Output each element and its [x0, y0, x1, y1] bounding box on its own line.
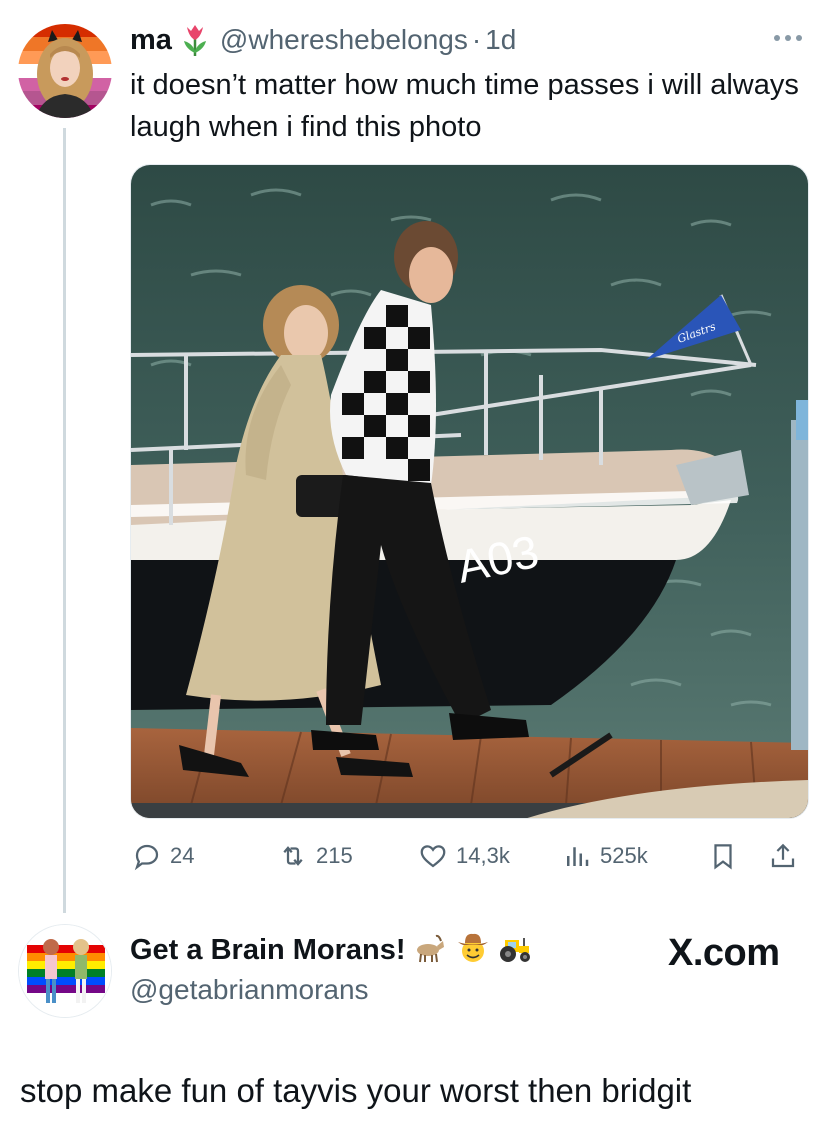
reply-icon	[134, 844, 159, 871]
retweet-button[interactable]: 215	[278, 836, 353, 876]
reply-avatar-image	[19, 925, 111, 1017]
tractor-icon	[496, 932, 532, 969]
tulip-icon	[180, 23, 210, 57]
more-options-icon[interactable]	[770, 26, 806, 50]
reply-author-handle[interactable]: @getabrianmorans	[130, 974, 369, 1006]
share-button[interactable]	[768, 836, 806, 876]
bookmark-button[interactable]	[708, 836, 746, 876]
reply-avatar[interactable]	[18, 924, 112, 1018]
tweet-actions: 24 215 14,3k 525k	[130, 836, 810, 876]
tweet-photo[interactable]: Glastrs A03	[130, 164, 809, 819]
cowboy-face-icon	[456, 931, 490, 970]
author-handle[interactable]: @whereshebelongs	[220, 24, 468, 56]
separator-dot: ·	[471, 24, 482, 55]
avatar-image	[18, 24, 112, 118]
share-icon	[771, 843, 795, 868]
reply-author-name[interactable]: Get a Brain Morans!	[130, 934, 406, 967]
bookmark-icon	[714, 844, 732, 870]
retweet-count: 215	[316, 843, 353, 868]
retweet-icon	[283, 846, 303, 866]
views-chart-icon	[567, 847, 589, 866]
like-button[interactable]: 14,3k	[418, 836, 510, 876]
goat-icon	[412, 933, 446, 968]
reply-count: 24	[170, 843, 195, 868]
heart-icon	[420, 845, 446, 868]
photo-image: Glastrs A03	[131, 165, 808, 818]
like-count: 14,3k	[456, 843, 510, 868]
thread-line	[63, 128, 66, 913]
author-name[interactable]: ma	[130, 24, 172, 57]
reply-button[interactable]: 24	[132, 836, 194, 876]
reply-header: Get a Brain Morans!	[130, 930, 532, 970]
tweet-avatar[interactable]	[18, 24, 112, 118]
tweet-text: it doesn’t matter how much time passes i…	[130, 69, 799, 143]
tweet-timestamp[interactable]: 1d	[485, 24, 516, 56]
view-count: 525k	[600, 843, 648, 868]
reply-text: stop make fun of tayvis your worst then …	[20, 1072, 692, 1109]
views-button[interactable]: 525k	[562, 836, 648, 876]
x-watermark: X.com	[668, 932, 780, 974]
tweet-header: ma @whereshebelongs · 1d	[130, 22, 516, 58]
